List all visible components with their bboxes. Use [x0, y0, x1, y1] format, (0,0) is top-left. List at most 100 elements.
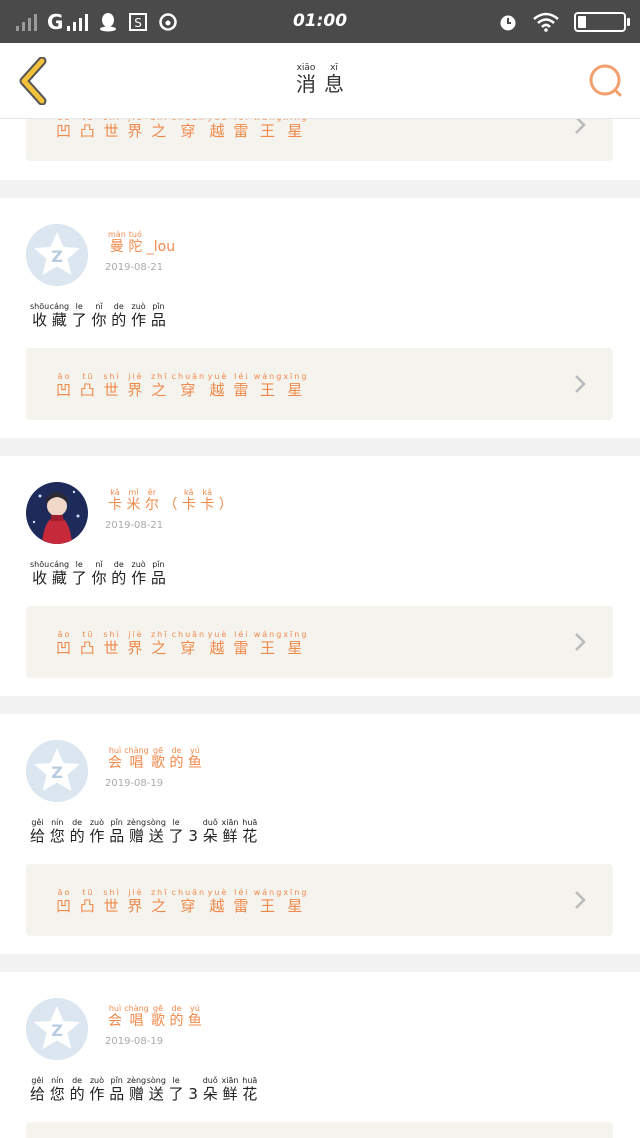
- ruby-char: 雷léi: [233, 888, 251, 915]
- ruby-char: 凸tū: [79, 630, 97, 657]
- page-title: 消xiāo 息xī: [0, 63, 640, 97]
- message-date: 2019-08-21: [105, 262, 164, 273]
- message-date: 2019-08-19: [105, 1036, 164, 1047]
- ruby-char: 卡kǎ: [108, 488, 122, 513]
- ruby-char: 星xīng: [283, 888, 309, 915]
- work-link[interactable]: 凹āo 凸tū 世shì 界jiè 之zhī 穿chuān 越yuè 雷léi …: [26, 864, 613, 936]
- ruby-char: 藏cáng: [49, 302, 70, 329]
- list-item: Z 会huì 唱chàng 歌gē 的de 鱼yú 2019-08-19 给gě…: [0, 972, 640, 1138]
- ruby-char: 王wáng: [253, 888, 284, 915]
- work-link[interactable]: 凹āo 凸tū 世shì 界jiè 之zhī 穿chuān 越yuè 雷léi …: [26, 119, 613, 161]
- ruby-char: 曼màn: [108, 230, 126, 255]
- ruby-char: 卡kǎ: [200, 488, 215, 513]
- ruby-char: 世shì: [103, 630, 121, 657]
- ruby-char: 世shì: [103, 119, 121, 140]
- ruby-char: 会huì: [108, 746, 122, 771]
- ruby-char: 鲜xiān: [221, 1076, 239, 1103]
- ruby-char: 的de: [111, 560, 127, 587]
- ruby-char: 穿chuān: [171, 888, 207, 915]
- ruby-char: 的de: [69, 818, 85, 845]
- work-title: 凹āo 凸tū 世shì 界jiè 之zhī 穿chuān 越yuè 雷léi …: [56, 888, 308, 916]
- ruby-char: 王wáng: [253, 119, 284, 140]
- ruby-char: 您nín: [49, 1076, 65, 1103]
- ruby-char: 之zhī: [150, 888, 169, 915]
- ruby-char: 世shì: [103, 888, 121, 915]
- ruby-char: 的de: [111, 302, 127, 329]
- work-title: 凹āo 凸tū 世shì 界jiè 之zhī 穿chuān 越yuè 雷léi …: [56, 630, 308, 658]
- message-list[interactable]: 凹āo 凸tū 世shì 界jiè 之zhī 穿chuān 越yuè 雷léi …: [0, 119, 640, 1138]
- ruby-char: 之zhī: [150, 119, 169, 140]
- ruby-char: 唱chàng: [124, 746, 149, 771]
- chevron-right-icon: [575, 633, 586, 651]
- ruby-char: 你nǐ: [91, 302, 107, 329]
- message-date: 2019-08-21: [105, 520, 164, 531]
- ruby-char: ）: [218, 497, 233, 513]
- ruby-char: 藏cáng: [49, 560, 70, 587]
- ruby-char: 的de: [69, 1076, 85, 1103]
- svg-text:Z: Z: [51, 763, 63, 782]
- ruby-char: 世shì: [103, 372, 121, 399]
- user-name[interactable]: 会huì 唱chàng 歌gē 的de 鱼yú: [108, 746, 202, 772]
- work-link[interactable]: 凹āo 凸tū 世shì 界jiè 之zhī 穿chuān 越yuè 雷léi …: [26, 606, 613, 678]
- wifi-icon: [532, 12, 560, 32]
- ruby-char: 了le: [168, 818, 184, 845]
- ruby-char: （: [163, 497, 178, 513]
- ruby-char: 品pǐn: [109, 1076, 125, 1103]
- ruby-char: _lou: [146, 239, 176, 255]
- user-name[interactable]: 会huì 唱chàng 歌gē 的de 鱼yú: [108, 1004, 202, 1030]
- ruby-char: 凸tū: [79, 372, 97, 399]
- ruby-char: 作zuò: [89, 1076, 105, 1103]
- avatar[interactable]: Z: [26, 224, 88, 286]
- ruby-char: 雷léi: [233, 372, 251, 399]
- ruby-char: 雷léi: [233, 630, 251, 657]
- ruby-char: 凹āo: [56, 630, 74, 657]
- ruby-char: 会huì: [108, 1004, 122, 1029]
- ruby-char: 的de: [169, 1004, 184, 1029]
- ruby-char: 了le: [168, 1076, 184, 1103]
- ruby-char: 界jiè: [127, 119, 145, 140]
- battery-icon: [574, 12, 630, 32]
- user-name[interactable]: 卡kǎ 米mǐ 尔ěr （ 卡kǎ 卡kǎ ）: [108, 488, 233, 514]
- ruby-char: 唱chàng: [124, 1004, 149, 1029]
- chevron-right-icon: [575, 891, 586, 909]
- ruby-char: 给gěi: [30, 1076, 46, 1103]
- avatar[interactable]: [26, 482, 88, 544]
- ruby-char: 穿chuān: [171, 119, 207, 140]
- ruby-char: 歌gē: [151, 1004, 165, 1029]
- ruby-char: 星xīng: [283, 372, 309, 399]
- ruby-char: 卡kǎ: [181, 488, 196, 513]
- ruby-char: 收shōu: [30, 560, 50, 587]
- list-item: Z 曼màn 陀tuó _lou 2019-08-21 收shōu 藏cáng …: [0, 198, 640, 438]
- title-char: 消xiāo: [296, 63, 316, 96]
- ruby-char: 王wáng: [253, 372, 284, 399]
- ruby-char: 越yuè: [207, 372, 229, 399]
- ruby-char: 鲜xiān: [221, 818, 239, 845]
- ruby-char: 之zhī: [150, 372, 169, 399]
- ruby-char: 陀tuó: [128, 230, 143, 255]
- ruby-char: 越yuè: [207, 888, 229, 915]
- ruby-char: 朵duǒ: [202, 1076, 218, 1103]
- ruby-char: 凹āo: [56, 888, 74, 915]
- ruby-char: 鱼yú: [187, 746, 202, 771]
- ruby-char: 尔ěr: [144, 488, 159, 513]
- search-button[interactable]: [588, 63, 624, 99]
- ruby-char: 花huā: [242, 1076, 258, 1103]
- chevron-right-icon: [575, 119, 586, 134]
- work-link[interactable]: 凹āo 凸tū 世shì 界jiè 之zhī 穿chuān 越yuè 雷léi …: [26, 348, 613, 420]
- work-title: 凹āo 凸tū 世shì 界jiè 之zhī 穿chuān 越yuè 雷léi …: [56, 372, 308, 400]
- work-link[interactable]: [26, 1122, 613, 1138]
- list-item: 凹āo 凸tū 世shì 界jiè 之zhī 穿chuān 越yuè 雷léi …: [0, 119, 640, 180]
- ruby-char: 米mǐ: [126, 488, 141, 513]
- ruby-char: 品pǐn: [150, 302, 166, 329]
- message-text: 给gěi 您nín 的de 作zuò 品pǐn 赠zèng 送sòng 了le …: [30, 818, 257, 846]
- ruby-char: 穿chuān: [171, 630, 207, 657]
- user-name[interactable]: 曼màn 陀tuó _lou: [108, 230, 175, 256]
- ruby-char: 穿chuān: [171, 372, 207, 399]
- qzone-star-icon: Z: [26, 740, 88, 802]
- avatar[interactable]: Z: [26, 740, 88, 802]
- ruby-char: 雷léi: [233, 119, 251, 140]
- avatar[interactable]: Z: [26, 998, 88, 1060]
- search-icon: [589, 64, 622, 97]
- ruby-char: 凹āo: [56, 119, 74, 140]
- ruby-char: 作zuò: [89, 818, 105, 845]
